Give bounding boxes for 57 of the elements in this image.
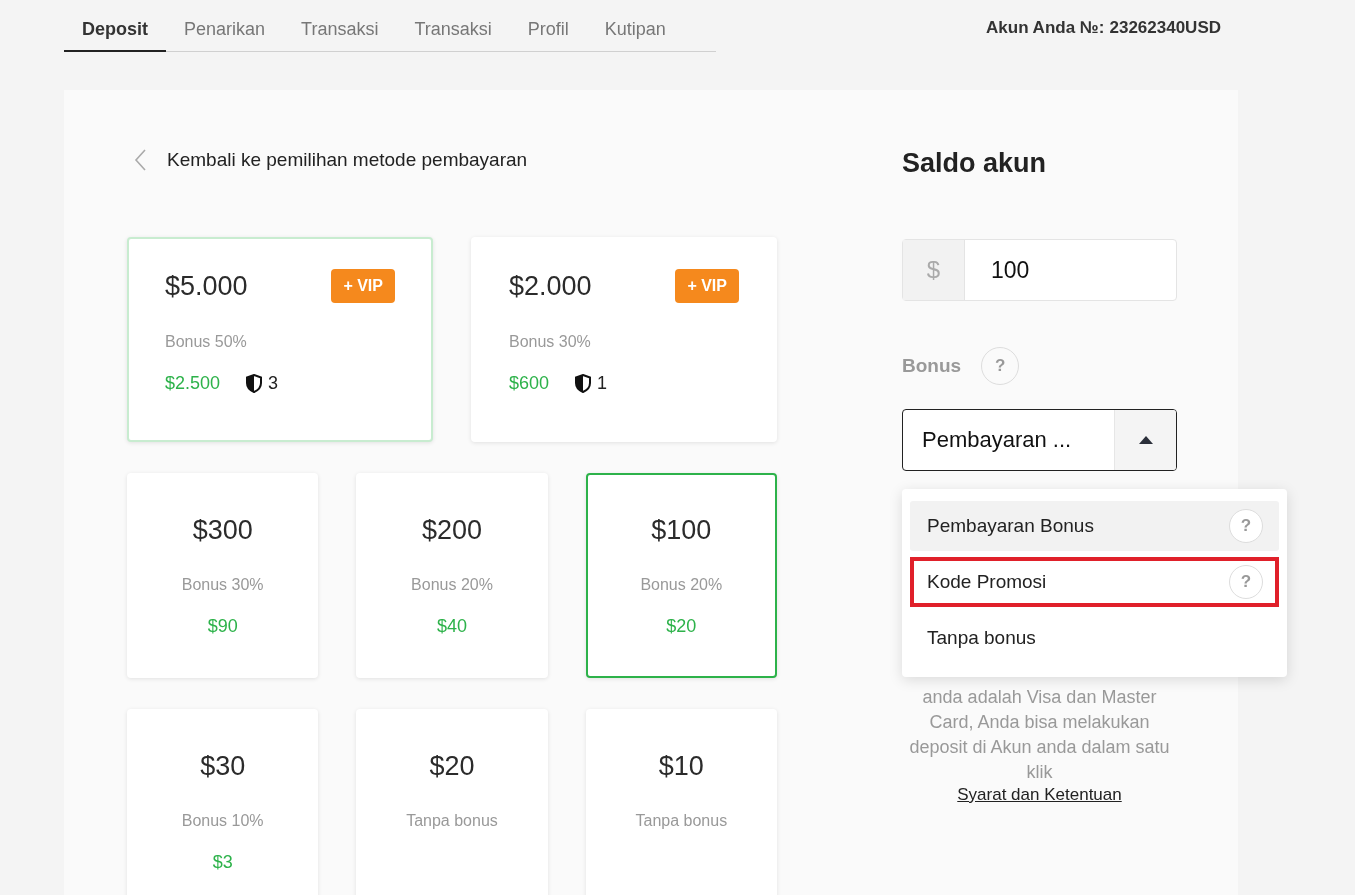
tab[interactable]: Kutipan (586, 15, 684, 52)
deposit-amount: $20 (429, 751, 475, 782)
shield-count: 3 (268, 373, 279, 394)
deposit-card[interactable]: $10 Tanpa bonus (585, 709, 777, 895)
vip-badge: + VIP (675, 269, 739, 303)
deposit-card[interactable]: $5.000 + VIP Bonus 50% $2.500 3 (127, 237, 433, 442)
chevron-left-icon (133, 148, 147, 172)
bonus-percent: Bonus 50% (165, 333, 248, 351)
bonus-select[interactable]: Pembayaran ... (902, 409, 1177, 471)
deposit-amount: $10 (658, 751, 704, 782)
amount-field[interactable]: $ 100 (902, 239, 1177, 301)
tab[interactable]: Transaksi (396, 15, 510, 52)
dropdown-option[interactable]: Tanpa bonus (910, 613, 1279, 663)
shield-icon (246, 374, 263, 393)
tab[interactable]: Transaksi (283, 15, 397, 52)
dropdown-option[interactable]: Pembayaran Bonus ? (910, 501, 1279, 551)
deposit-amount: $100 (651, 515, 712, 546)
deposit-card[interactable]: $20 Tanpa bonus (356, 709, 548, 895)
bonus-percent: Bonus 20% (411, 576, 493, 594)
tab[interactable]: Deposit (64, 15, 166, 52)
dropdown-option[interactable]: Kode Promosi ? (910, 557, 1279, 607)
deposit-card[interactable]: $30 Bonus 10% $3 (127, 709, 319, 895)
deposit-amount: $30 (200, 751, 246, 782)
tab[interactable]: Penarikan (166, 15, 284, 52)
bonus-percent: Tanpa bonus (635, 812, 728, 830)
shield-icon (575, 374, 592, 393)
account-number: 23262340USD (1109, 18, 1221, 39)
deposit-card[interactable]: $200 Bonus 20% $40 (356, 473, 548, 678)
terms-link[interactable]: Syarat dan Ketentuan (957, 785, 1122, 805)
section-title: Saldo akun (902, 148, 1048, 179)
bonus-percent: Bonus 30% (181, 576, 264, 594)
deposit-card[interactable]: $300 Bonus 30% $90 (127, 473, 319, 678)
tab[interactable]: Profil (509, 15, 587, 52)
deposit-amount: $5.000 (165, 270, 248, 302)
bonus-amount: $2.500 (165, 373, 221, 394)
bonus-amount: $600 (509, 373, 550, 394)
info-text: anda adalah Visa dan Master Card, Anda bisa melakukan deposit di Akun anda dalam satu klik (908, 686, 1171, 784)
account-label: Akun Anda №: (986, 18, 1105, 39)
bonus-label: Bonus (902, 355, 962, 377)
deposit-amount: $300 (192, 515, 253, 546)
deposit-card[interactable]: $100 Bonus 20% $20 (585, 473, 777, 678)
bonus-percent: Bonus 10% (181, 812, 264, 830)
bonus-amount: $40 (436, 616, 467, 637)
shield-count: 1 (597, 373, 608, 394)
caret-icon (1138, 436, 1153, 444)
bonus-amount: $3 (212, 852, 233, 873)
deposit-card[interactable]: $2.000 + VIP Bonus 30% $600 1 (471, 237, 777, 442)
currency-prefix: $ (903, 240, 965, 300)
vip-badge: + VIP (331, 269, 395, 303)
deposit-amount: $2.000 (509, 270, 592, 302)
bonus-percent: Bonus 30% (509, 333, 592, 351)
bonus-percent: Tanpa bonus (406, 812, 498, 830)
bonus-amount: $90 (207, 616, 238, 637)
bonus-percent: Bonus 20% (640, 576, 723, 594)
deposit-amount: $200 (421, 515, 483, 546)
back-link[interactable]: Kembali ke pemilihan metode pembayaran (133, 148, 528, 172)
bonus-amount: $20 (666, 616, 697, 637)
